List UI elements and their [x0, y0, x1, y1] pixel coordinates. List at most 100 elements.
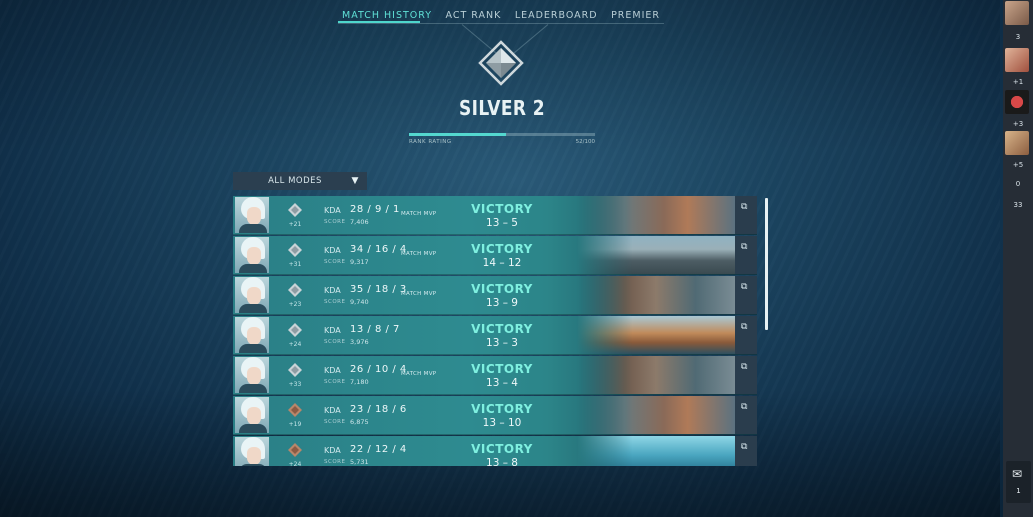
kda-label: KDA [324, 286, 341, 295]
match-result: VICTORY [471, 202, 533, 216]
kda-value: 22 / 12 / 4 [350, 444, 407, 455]
rank-rating-label: RANK RATING [409, 139, 452, 145]
social-count: 33 [1013, 201, 1023, 209]
combat-score: 9,317 [350, 258, 369, 266]
match-row[interactable]: +33 KDA 26 / 10 / 4 SCORE 7,180 MATCH MV… [233, 356, 757, 395]
mvp-badge: MATCH MVP [401, 251, 437, 257]
rank-rating-value: 52/100 [575, 139, 595, 145]
round-score: 13 – 4 [486, 377, 518, 389]
map-thumbnail [577, 276, 735, 314]
rank-tier-icon [288, 283, 302, 297]
map-thumbnail [577, 396, 735, 434]
combat-score: 3,976 [350, 338, 369, 346]
mail-icon: ✉ [1012, 467, 1023, 481]
friend-avatar-icon[interactable] [1005, 131, 1029, 155]
round-score: 13 – 3 [486, 337, 518, 349]
match-row[interactable]: +21 KDA 28 / 9 / 1 SCORE 7,406 MATCH MVP… [233, 196, 757, 235]
open-details-icon: ⧉ [741, 282, 748, 292]
open-details-icon: ⧉ [741, 362, 748, 372]
match-details-button[interactable]: ⧉ [735, 276, 757, 314]
mode-filter-value: ALL MODES [268, 176, 322, 186]
open-details-icon: ⧉ [741, 402, 748, 412]
silver-rank-icon [478, 40, 524, 86]
match-row[interactable]: +19 KDA 23 / 18 / 6 SCORE 6,875 VICTORY … [233, 396, 757, 435]
match-details-button[interactable]: ⧉ [735, 236, 757, 274]
agent-portrait [235, 357, 269, 393]
match-result: VICTORY [471, 402, 533, 416]
social-count: 3 [1015, 33, 1021, 41]
round-score: 13 – 10 [482, 417, 522, 429]
kda-value: 26 / 10 / 4 [350, 364, 407, 375]
match-details-button[interactable]: ⧉ [735, 356, 757, 394]
rank-rating-bar [409, 133, 595, 136]
mail-button[interactable]: ✉ 1 [1006, 461, 1031, 503]
social-panel: 3 +1 +3 +5 0 33 [1003, 0, 1033, 517]
kda-label: KDA [324, 446, 341, 455]
match-row[interactable]: +23 KDA 35 / 18 / 3 SCORE 9,740 MATCH MV… [233, 276, 757, 315]
kda-label: KDA [324, 326, 341, 335]
map-thumbnail [577, 436, 735, 466]
kda-label: KDA [324, 406, 341, 415]
agent-portrait [235, 317, 269, 353]
social-count: +1 [1012, 78, 1024, 86]
match-details-button[interactable]: ⧉ [735, 436, 757, 466]
match-result: VICTORY [471, 322, 533, 336]
match-details-button[interactable]: ⧉ [735, 316, 757, 354]
rr-change: +24 [288, 461, 302, 466]
open-details-icon: ⧉ [741, 242, 748, 252]
rr-change: +24 [288, 341, 302, 348]
social-count: +3 [1012, 120, 1024, 128]
match-history-list[interactable]: +21 KDA 28 / 9 / 1 SCORE 7,406 MATCH MVP… [233, 196, 757, 466]
rr-change: +31 [288, 261, 302, 268]
rr-change: +21 [288, 221, 302, 228]
combat-score: 9,740 [350, 298, 369, 306]
match-result: VICTORY [471, 442, 533, 456]
social-count: 0 [1015, 180, 1021, 188]
match-row[interactable]: +24 KDA 22 / 12 / 4 SCORE 5,731 VICTORY … [233, 436, 757, 466]
tab-premier[interactable]: PREMIER [607, 10, 664, 21]
tab-act-rank[interactable]: ACT RANK [442, 10, 506, 21]
match-list-scrollbar[interactable] [765, 198, 768, 330]
score-label: SCORE [324, 459, 346, 465]
kda-value: 34 / 16 / 4 [350, 244, 407, 255]
active-tab-indicator [338, 21, 420, 23]
kda-label: KDA [324, 366, 341, 375]
mvp-badge: MATCH MVP [401, 291, 437, 297]
match-result: VICTORY [471, 282, 533, 296]
rank-tier-icon [288, 323, 302, 337]
match-row[interactable]: +24 KDA 13 / 8 / 7 SCORE 3,976 VICTORY 1… [233, 316, 757, 355]
score-label: SCORE [324, 379, 346, 385]
kda-label: KDA [324, 206, 341, 215]
kda-value: 35 / 18 / 3 [350, 284, 407, 295]
match-details-button[interactable]: ⧉ [735, 396, 757, 434]
friend-avatar-icon[interactable] [1005, 90, 1029, 114]
party-avatar-icon[interactable] [1005, 1, 1029, 25]
friend-avatar-icon[interactable] [1005, 48, 1029, 72]
agent-portrait [235, 237, 269, 273]
rank-title: SILVER 2 [458, 96, 546, 120]
tab-leaderboard[interactable]: LEADERBOARD [511, 10, 602, 21]
map-thumbnail [577, 236, 735, 274]
score-label: SCORE [324, 219, 346, 225]
map-thumbnail [577, 316, 735, 354]
round-score: 13 – 5 [486, 217, 518, 229]
rank-tier-icon [288, 203, 302, 217]
rank-tier-icon [288, 363, 302, 377]
rr-change: +23 [288, 301, 302, 308]
mode-filter-dropdown[interactable]: ALL MODES ▼ [233, 172, 367, 190]
rr-change: +33 [288, 381, 302, 388]
caret-down-icon: ▼ [351, 176, 359, 186]
combat-score: 5,731 [350, 458, 369, 466]
agent-portrait [235, 197, 269, 233]
match-details-button[interactable]: ⧉ [735, 196, 757, 234]
open-details-icon: ⧉ [741, 442, 748, 452]
kda-value: 13 / 8 / 7 [350, 324, 400, 335]
mvp-badge: MATCH MVP [401, 211, 437, 217]
tab-match-history[interactable]: MATCH HISTORY [338, 10, 436, 21]
agent-portrait [235, 277, 269, 313]
rank-rating-fill [409, 133, 506, 136]
map-thumbnail [577, 356, 735, 394]
match-row[interactable]: +31 KDA 34 / 16 / 4 SCORE 9,317 MATCH MV… [233, 236, 757, 275]
rank-tier-icon [288, 403, 302, 417]
round-score: 13 – 9 [486, 297, 518, 309]
